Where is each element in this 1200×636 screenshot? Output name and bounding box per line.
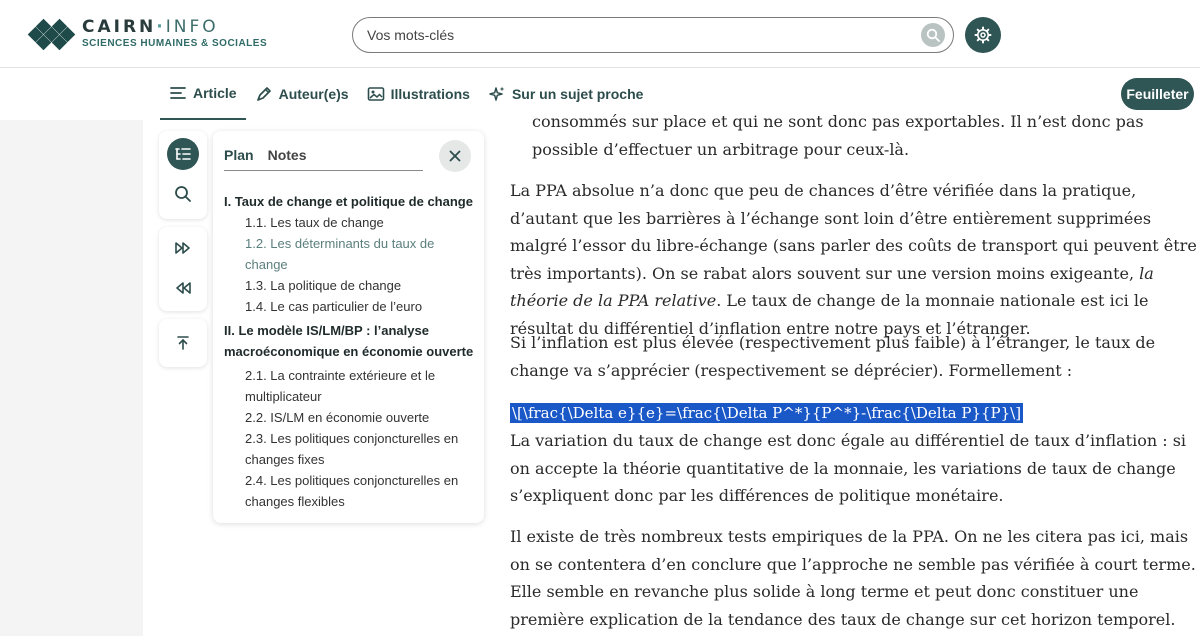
article-paragraph: La variation du taux de change est donc …	[510, 431, 1187, 505]
selected-formula[interactable]: \[\frac{\Delta e}{e}=\frac{\Delta P^*}{P…	[510, 403, 1024, 423]
feuilleter-button[interactable]: Feuilleter	[1121, 78, 1194, 110]
article-quote: consommés sur place et qui ne sont donc …	[532, 112, 1144, 159]
tab-plan[interactable]: Plan	[224, 146, 254, 170]
toc-item-2-4[interactable]: 2.4. Les politiques conjoncturelles en c…	[224, 470, 474, 512]
tab-article[interactable]: Article	[160, 68, 246, 120]
next-section-button[interactable]	[167, 232, 199, 264]
top-header: CAIRN·INFO SCIENCES HUMAINES & SOCIALES	[0, 0, 1200, 68]
list-icon	[170, 87, 186, 99]
sparkle-icon	[489, 86, 505, 101]
search-input[interactable]	[367, 25, 907, 45]
toc-section-1[interactable]: I. Taux de change et politique de change	[224, 191, 474, 212]
toolbar-group-top-link	[159, 319, 207, 367]
toolbar-group-nav	[159, 227, 207, 311]
logo-name: CAIRN·INFO	[82, 17, 219, 37]
article-paragraph: Si l’inflation est plus élevée (respecti…	[510, 333, 1156, 380]
plan-panel-tabs: Plan Notes	[224, 146, 423, 171]
close-panel-button[interactable]	[439, 140, 471, 172]
back-to-top-button[interactable]	[167, 327, 199, 359]
pen-icon	[256, 87, 271, 101]
tab-authors-label: Auteur(e)s	[278, 86, 349, 102]
logo-subtitle: SCIENCES HUMAINES & SOCIALES	[82, 38, 268, 49]
tab-illustrations[interactable]: Illustrations	[358, 68, 479, 120]
settings-button[interactable]	[965, 17, 1001, 53]
tab-related-label: Sur un sujet proche	[511, 86, 644, 102]
table-of-contents: I. Taux de change et politique de change…	[224, 191, 474, 512]
tab-authors[interactable]: Auteur(e)s	[246, 68, 358, 120]
tab-illustrations-label: Illustrations	[390, 86, 470, 102]
tab-notes[interactable]: Notes	[268, 146, 307, 170]
toc-item-2-2[interactable]: 2.2. IS/LM en économie ouverte	[224, 407, 474, 428]
arrow-up-to-line-icon	[177, 336, 189, 350]
image-icon	[367, 87, 384, 101]
previous-section-button[interactable]	[167, 272, 199, 304]
left-gutter	[0, 68, 143, 636]
cairn-logo[interactable]: CAIRN·INFO SCIENCES HUMAINES & SOCIALES	[27, 17, 268, 51]
toc-item-1-1[interactable]: 1.1. Les taux de change	[224, 212, 474, 233]
toc-item-2-1[interactable]: 2.1. La contrainte extérieure et le mult…	[224, 365, 474, 407]
fast-forward-icon	[175, 242, 190, 254]
search-bar	[352, 17, 954, 53]
outline-icon	[175, 148, 191, 160]
plan-panel: Plan Notes I. Taux de change et politiqu…	[213, 131, 484, 523]
search-icon	[175, 186, 191, 202]
article-paragraph: Il existe de très nombreux tests empiriq…	[510, 527, 1196, 629]
search-icon	[926, 28, 940, 42]
close-icon	[449, 150, 461, 162]
tab-article-label: Article	[193, 85, 237, 101]
toc-section-2[interactable]: II. Le modèle IS/LM/BP : l’analyse macro…	[224, 320, 474, 362]
search-button[interactable]	[921, 23, 945, 47]
search-in-article-button[interactable]	[167, 178, 199, 210]
toc-item-1-2[interactable]: 1.2. Les déterminants du taux de change	[224, 233, 474, 275]
toc-item-1-4[interactable]: 1.4. Le cas particulier de l’euro	[224, 296, 474, 317]
gear-icon	[974, 26, 992, 44]
article-paragraph: La PPA absolue n’a donc que peu de chanc…	[510, 181, 1197, 338]
toc-item-1-3[interactable]: 1.3. La politique de change	[224, 275, 474, 296]
toolbar-group-top	[159, 131, 207, 219]
toc-toggle-button[interactable]	[167, 138, 199, 170]
rewind-icon	[176, 282, 191, 294]
toc-item-2-3[interactable]: 2.3. Les politiques conjoncturelles en c…	[224, 428, 474, 470]
logo-mark-icon	[27, 18, 76, 51]
